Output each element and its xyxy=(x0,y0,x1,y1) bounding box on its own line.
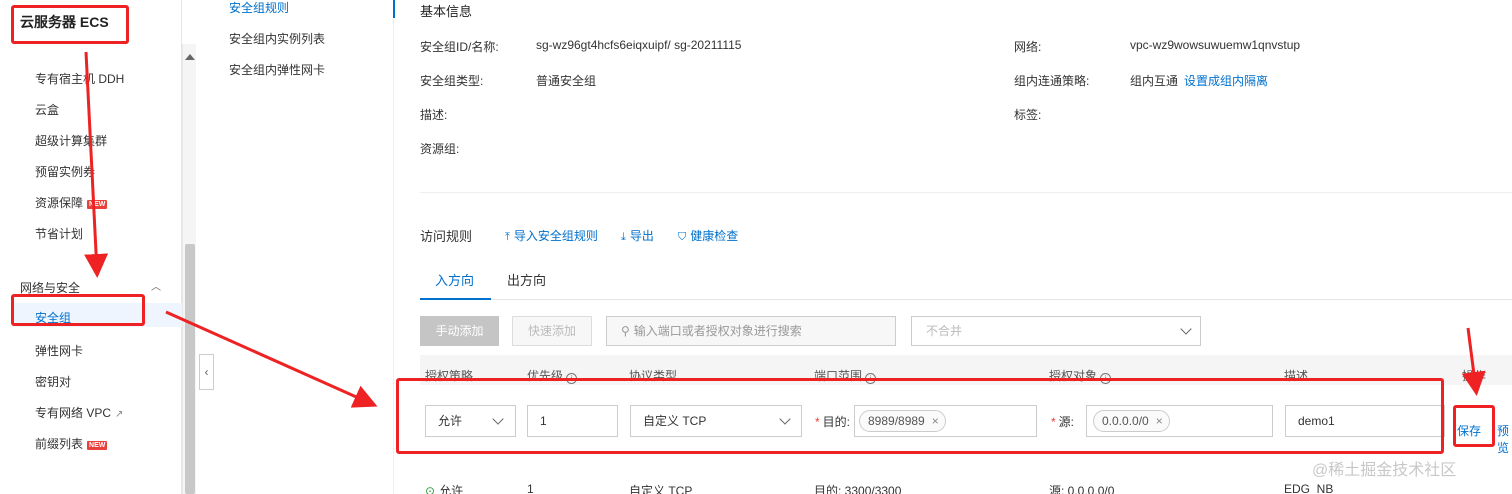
preview-button[interactable]: 预览 xyxy=(1497,422,1512,456)
sidebar-item-guarantee[interactable]: 资源保障 NEW xyxy=(35,194,108,211)
new-badge: NEW xyxy=(87,200,108,209)
sg-type-value: 普通安全组 xyxy=(536,74,597,88)
tab-ink-bar xyxy=(420,298,491,300)
row-policy-text: 允许 xyxy=(439,484,464,494)
col-actions: 操作 xyxy=(1462,369,1487,383)
policy-label: 组内连通策略: xyxy=(1014,74,1090,88)
sidebar-item-keypair[interactable]: 密钥对 xyxy=(35,373,71,390)
merge-select-value: 不合并 xyxy=(926,324,963,338)
sidebar-item-label: 前缀列表 xyxy=(35,437,84,451)
quick-add-button[interactable]: 快速添加 xyxy=(512,316,592,346)
import-rules-label: 导入安全组规则 xyxy=(513,229,598,243)
tag-label: 标签: xyxy=(1014,108,1042,122)
subnav-item-instances[interactable]: 安全组内实例列表 xyxy=(229,30,325,47)
sg-id-value: sg-wz96gt4hcfs6eiqxuipf/ sg-20211115 xyxy=(536,38,742,52)
chevron-left-icon: ‹ xyxy=(204,365,209,379)
download-icon: ⤓ xyxy=(621,231,626,243)
health-check-link[interactable]: ⛉ 健康检查 xyxy=(678,227,738,244)
import-rules-link[interactable]: ⤒ 导入安全组规则 xyxy=(505,227,598,244)
active-indicator xyxy=(393,0,395,18)
row-priority: 1 xyxy=(527,482,534,494)
sg-type-label: 安全组类型: xyxy=(420,74,484,88)
left-sidebar: 云服务器 ECS 专有宿主机 DDH 云盒 超级计算集群 预留实例券 资源保障 N… xyxy=(0,0,182,494)
ecs-console-page: 云服务器 ECS 专有宿主机 DDH 云盒 超级计算集群 预留实例券 资源保障 N… xyxy=(0,0,1512,494)
manual-add-button[interactable]: 手动添加 xyxy=(420,316,499,346)
sidebar-item-savings[interactable]: 节省计划 xyxy=(35,225,83,242)
sidebar-item-hpc[interactable]: 超级计算集群 xyxy=(35,132,107,149)
subnav-item-enis[interactable]: 安全组内弹性网卡 xyxy=(229,61,325,78)
scrollbar-thumb[interactable] xyxy=(185,244,195,494)
description-label: 描述: xyxy=(420,108,448,122)
upload-icon: ⤒ xyxy=(505,231,510,243)
network-label: 网络: xyxy=(1014,40,1042,54)
policy-value: 组内互通 设置成组内隔离 xyxy=(1130,72,1268,89)
health-check-label: 健康检查 xyxy=(690,229,739,243)
row-description: EDG_NB xyxy=(1284,482,1334,494)
sidebar-scrollbar[interactable] xyxy=(182,44,196,494)
watermark: @稀土掘金技术社区 xyxy=(1312,462,1457,479)
new-badge: NEW xyxy=(87,441,108,450)
chevron-down-icon xyxy=(1180,323,1192,335)
sg-id-label: 安全组ID/名称: xyxy=(420,40,499,54)
row-policy: ⊙ 允许 xyxy=(425,482,463,494)
export-label: 导出 xyxy=(629,229,654,243)
search-placeholder: 输入端口或者授权对象进行搜索 xyxy=(633,324,802,338)
policy-text: 组内互通 xyxy=(1130,74,1179,88)
search-icon: ⚲ xyxy=(621,324,630,338)
sidebar-item-prefix-list[interactable]: 前缀列表 NEW xyxy=(35,435,108,452)
divider xyxy=(420,192,1512,193)
resource-group-label: 资源组: xyxy=(420,142,460,156)
table-row: ⊙ 允许 1 自定义 TCP 目的: 3300/3300 源: 0.0.0.0/0… xyxy=(420,482,1512,494)
annotation-box-edit-row xyxy=(396,378,1444,454)
sidebar-item-label: 专有网络 VPC xyxy=(35,406,112,420)
chevron-up-icon[interactable]: ︿ xyxy=(151,278,161,293)
tab-inbound[interactable]: 入方向 xyxy=(435,270,474,289)
sidebar-item-cloudbox[interactable]: 云盒 xyxy=(35,101,59,118)
tab-outbound[interactable]: 出方向 xyxy=(507,270,546,289)
sub-navigation: 安全组规则 安全组内实例列表 安全组内弹性网卡 xyxy=(214,0,394,494)
scroll-up-icon[interactable] xyxy=(185,54,195,60)
row-source: 源: 0.0.0.0/0 xyxy=(1049,484,1115,494)
merge-select[interactable]: 不合并 xyxy=(911,316,1201,346)
sidebar-item-label: 资源保障 xyxy=(35,196,84,210)
sidebar-item-reserved[interactable]: 预留实例券 xyxy=(35,163,95,180)
annotation-box-ecs xyxy=(11,5,129,44)
external-link-icon: ↗ xyxy=(115,409,124,420)
sidebar-item-vpc[interactable]: 专有网络 VPC ↗ xyxy=(35,404,123,421)
sidebar-item-ddh[interactable]: 专有宿主机 DDH xyxy=(35,70,124,87)
access-rules-title: 访问规则 xyxy=(420,229,473,244)
set-isolation-link[interactable]: 设置成组内隔离 xyxy=(1184,74,1268,88)
export-link[interactable]: ⤓ 导出 xyxy=(621,227,654,244)
row-port: 目的: 3300/3300 xyxy=(814,484,902,494)
collapse-sidebar-button[interactable]: ‹ xyxy=(199,354,214,390)
basic-info-title: 基本信息 xyxy=(420,4,473,19)
direction-tabs: 入方向 出方向 xyxy=(420,264,1512,300)
check-circle-icon: ⊙ xyxy=(425,484,436,494)
subnav-item-rules[interactable]: 安全组规则 xyxy=(229,0,289,16)
annotation-box-save xyxy=(1453,405,1495,447)
row-protocol: 自定义 TCP xyxy=(629,484,693,494)
rule-search-input[interactable]: ⚲ 输入端口或者授权对象进行搜索 xyxy=(606,316,896,346)
shield-check-icon: ⛉ xyxy=(678,231,687,243)
sidebar-item-eni[interactable]: 弹性网卡 xyxy=(35,342,83,359)
annotation-box-security-group xyxy=(11,294,145,326)
network-value: vpc-wz9wowsuwuemw1qnvstup xyxy=(1130,38,1301,52)
